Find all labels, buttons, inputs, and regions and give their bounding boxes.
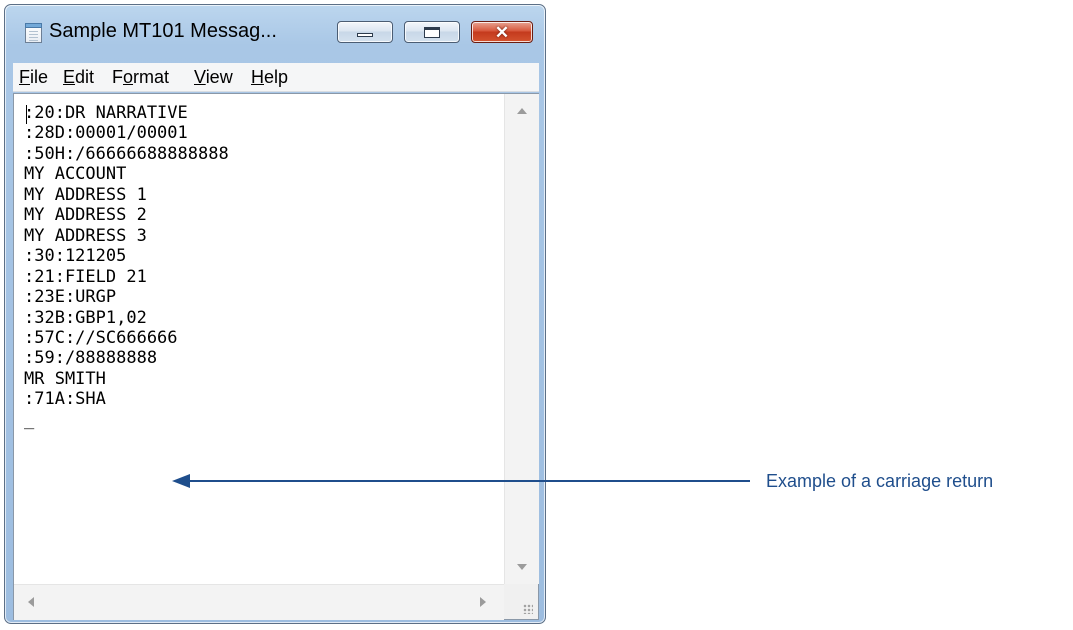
minimize-button[interactable]: [337, 21, 393, 43]
maximize-button[interactable]: [404, 21, 460, 43]
window-title: Sample MT101 Messag...: [49, 20, 277, 42]
maximize-icon: [424, 26, 440, 38]
scroll-left-icon[interactable]: [28, 597, 34, 607]
resize-corner[interactable]: [504, 584, 538, 619]
menu-help[interactable]: Help: [251, 67, 288, 88]
text-editor[interactable]: :20:DR NARRATIVE :28D:00001/00001 :50H:/…: [13, 93, 539, 620]
menu-view[interactable]: View: [194, 67, 233, 88]
scroll-down-icon[interactable]: [517, 564, 527, 570]
editor-text[interactable]: :20:DR NARRATIVE :28D:00001/00001 :50H:/…: [24, 103, 492, 581]
annotation-label: Example of a carriage return: [766, 471, 994, 491]
text-caret: [26, 105, 27, 124]
menu-format[interactable]: Format: [112, 67, 169, 88]
close-icon: ✕: [494, 22, 510, 42]
menu-file[interactable]: File: [19, 67, 48, 88]
vertical-scrollbar[interactable]: [504, 94, 539, 584]
notepad-window: Sample MT101 Messag... ✕ File Edit Forma…: [4, 4, 546, 624]
scroll-up-icon[interactable]: [517, 108, 527, 114]
close-button[interactable]: ✕: [471, 21, 533, 43]
resize-grip-icon[interactable]: [523, 604, 533, 614]
horizontal-scrollbar[interactable]: [14, 584, 504, 620]
menu-bar: File Edit Format View Help: [13, 63, 539, 92]
minimize-icon: [357, 33, 373, 37]
notepad-icon[interactable]: [25, 23, 42, 43]
menu-edit[interactable]: Edit: [63, 67, 94, 88]
title-bar[interactable]: Sample MT101 Messag... ✕: [5, 5, 545, 57]
scroll-right-icon[interactable]: [480, 597, 486, 607]
